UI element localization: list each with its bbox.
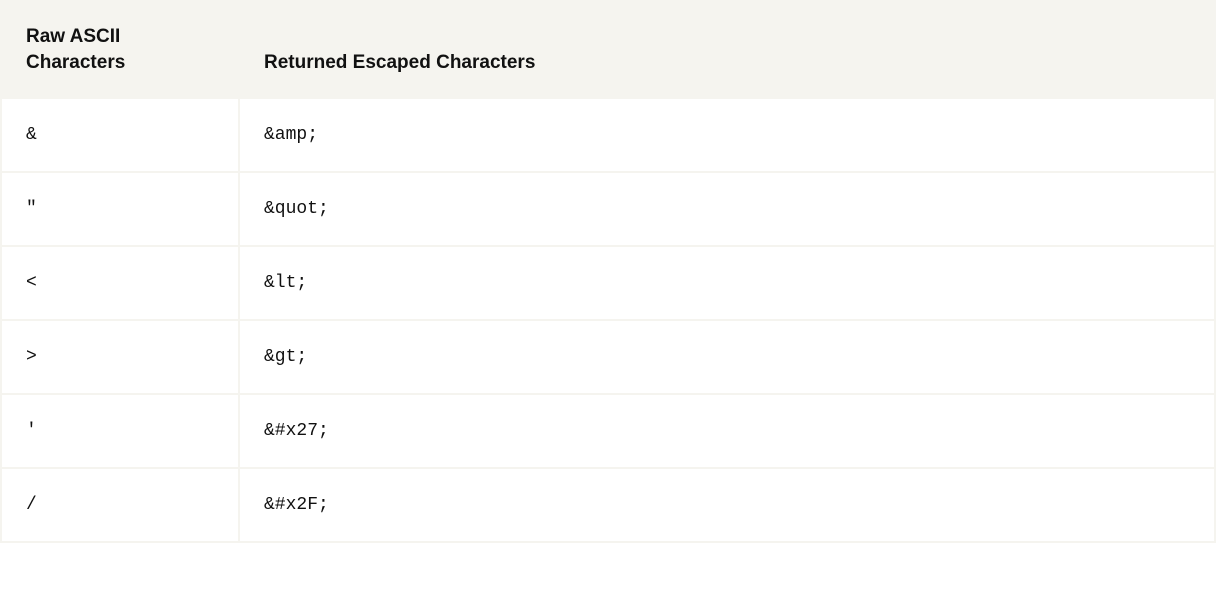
table-row: > &gt; xyxy=(2,319,1214,393)
cell-escaped: &amp; xyxy=(240,99,1214,171)
cell-raw: / xyxy=(2,469,240,541)
cell-raw: ' xyxy=(2,395,240,467)
table-row: < &lt; xyxy=(2,245,1214,319)
cell-raw: > xyxy=(2,321,240,393)
escape-characters-table: Raw ASCII Characters Returned Escaped Ch… xyxy=(0,0,1216,543)
cell-raw: & xyxy=(2,99,240,171)
header-raw-ascii: Raw ASCII Characters xyxy=(2,2,240,97)
table-row: / &#x2F; xyxy=(2,467,1214,541)
cell-escaped: &lt; xyxy=(240,247,1214,319)
table-header-row: Raw ASCII Characters Returned Escaped Ch… xyxy=(2,2,1214,97)
table-row: & &amp; xyxy=(2,97,1214,171)
cell-escaped: &#x27; xyxy=(240,395,1214,467)
table-row: ' &#x27; xyxy=(2,393,1214,467)
header-escaped: Returned Escaped Characters xyxy=(240,2,1214,97)
table-row: " &quot; xyxy=(2,171,1214,245)
cell-raw: < xyxy=(2,247,240,319)
cell-escaped: &#x2F; xyxy=(240,469,1214,541)
cell-raw: " xyxy=(2,173,240,245)
cell-escaped: &gt; xyxy=(240,321,1214,393)
cell-escaped: &quot; xyxy=(240,173,1214,245)
